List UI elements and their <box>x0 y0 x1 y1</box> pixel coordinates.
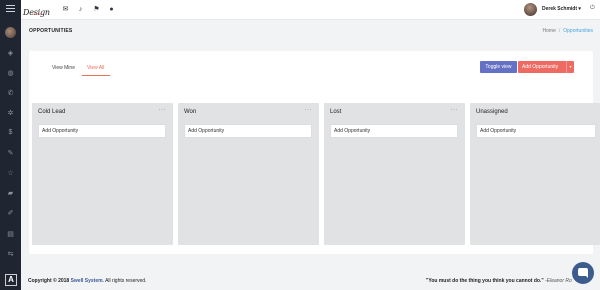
active-tab-indicator <box>82 75 110 76</box>
footer: Copyright © 2018 Swell System. All right… <box>21 272 600 290</box>
logo-subtext: studio <box>33 12 42 16</box>
more-icon[interactable]: ··· <box>159 107 167 113</box>
add-opportunity-field[interactable]: Add Opportunity <box>330 124 458 138</box>
tab-view-mine[interactable]: View Mine <box>52 65 75 71</box>
chat-bubble-tail <box>585 275 588 278</box>
brand-link[interactable]: Swell System. <box>71 278 104 284</box>
gear-icon[interactable]: ✲ <box>6 109 15 118</box>
add-opportunity-label: Add Opportunity <box>522 64 559 70</box>
menu-icon[interactable] <box>6 5 15 12</box>
phone-icon[interactable]: ✆ <box>6 89 15 98</box>
pen-icon[interactable]: ✐ <box>6 209 15 218</box>
user-name: Derek Schmidt <box>542 6 578 12</box>
column-lost: Lost ··· Add Opportunity <box>324 103 465 245</box>
copyright: Copyright © 2018 Swell System. All right… <box>28 278 146 284</box>
inbox-icon[interactable]: ✉ <box>61 5 70 14</box>
user-menu[interactable]: Derek Schmidt ▾ <box>542 6 581 12</box>
user-avatar[interactable] <box>524 3 537 16</box>
add-opportunity-button[interactable]: Add Opportunity ▾ <box>518 61 574 73</box>
copyright-prefix: Copyright © 2018 <box>28 278 70 284</box>
avatar[interactable] <box>5 27 16 38</box>
add-opportunity-field[interactable]: Add Opportunity <box>38 124 166 138</box>
bell-icon[interactable]: ♪ <box>76 5 85 14</box>
printer-icon[interactable]: ▤ <box>6 230 15 239</box>
column-title: Lost <box>330 109 342 115</box>
app-logo[interactable]: Design studio <box>23 2 55 17</box>
sync-icon[interactable]: ⇆ <box>6 250 15 259</box>
breadcrumb-home[interactable]: Home <box>543 28 556 34</box>
more-icon[interactable]: ··· <box>305 107 313 113</box>
dollar-icon[interactable]: $ <box>6 128 15 137</box>
page-title: OPPORTUNITIES <box>29 28 73 34</box>
quote-text: "You must do the thing you think you can… <box>426 278 544 284</box>
chevron-down-icon[interactable]: ▾ <box>566 61 574 73</box>
sidebar: ◈ ◍ ✆ ✲ $ ✎ ☆ ▰ ✐ ▤ ⇆ A <box>0 0 21 290</box>
rights-text: All rights reserved. <box>105 278 147 284</box>
power-icon[interactable]: ⏻ <box>590 5 595 12</box>
shield-icon[interactable]: ◈ <box>6 49 15 58</box>
column-title: Unassigned <box>476 109 508 115</box>
star-icon[interactable]: ☆ <box>6 169 15 178</box>
tab-view-all[interactable]: View All <box>87 65 104 71</box>
column-unassigned: Unassigned Add Opportunity <box>470 103 600 245</box>
breadcrumb-current: Opportunities <box>563 28 593 34</box>
folder-icon[interactable]: ▰ <box>6 189 15 198</box>
topbar: Design studio ✉ ♪ ⚑ ● <box>21 0 600 20</box>
edit-icon[interactable]: ✎ <box>6 149 15 158</box>
add-opportunity-field[interactable]: Add Opportunity <box>184 124 312 138</box>
more-icon[interactable]: ··· <box>451 107 459 113</box>
column-title: Won <box>184 109 197 115</box>
flag-icon[interactable]: ⚑ <box>92 5 101 14</box>
column-title: Cold Lead <box>38 109 66 115</box>
logo-icon[interactable]: A <box>5 274 17 286</box>
breadcrumb: Home / Opportunities <box>543 28 593 34</box>
toggle-view-button[interactable]: Toggle view <box>480 61 517 73</box>
globe-icon[interactable]: ◍ <box>6 69 15 78</box>
chat-button[interactable] <box>572 262 594 284</box>
quote-author: -Eleanor Ro <box>545 278 572 284</box>
chat-icon[interactable]: ● <box>107 5 116 14</box>
add-opportunity-field[interactable]: Add Opportunity <box>476 124 596 138</box>
page-header: OPPORTUNITIES Home / Opportunities <box>21 20 600 42</box>
quote: "You must do the thing you think you can… <box>426 278 572 284</box>
column-cold-lead: Cold Lead ··· Add Opportunity <box>32 103 173 245</box>
column-won: Won ··· Add Opportunity <box>178 103 319 245</box>
breadcrumb-separator: / <box>558 28 561 34</box>
